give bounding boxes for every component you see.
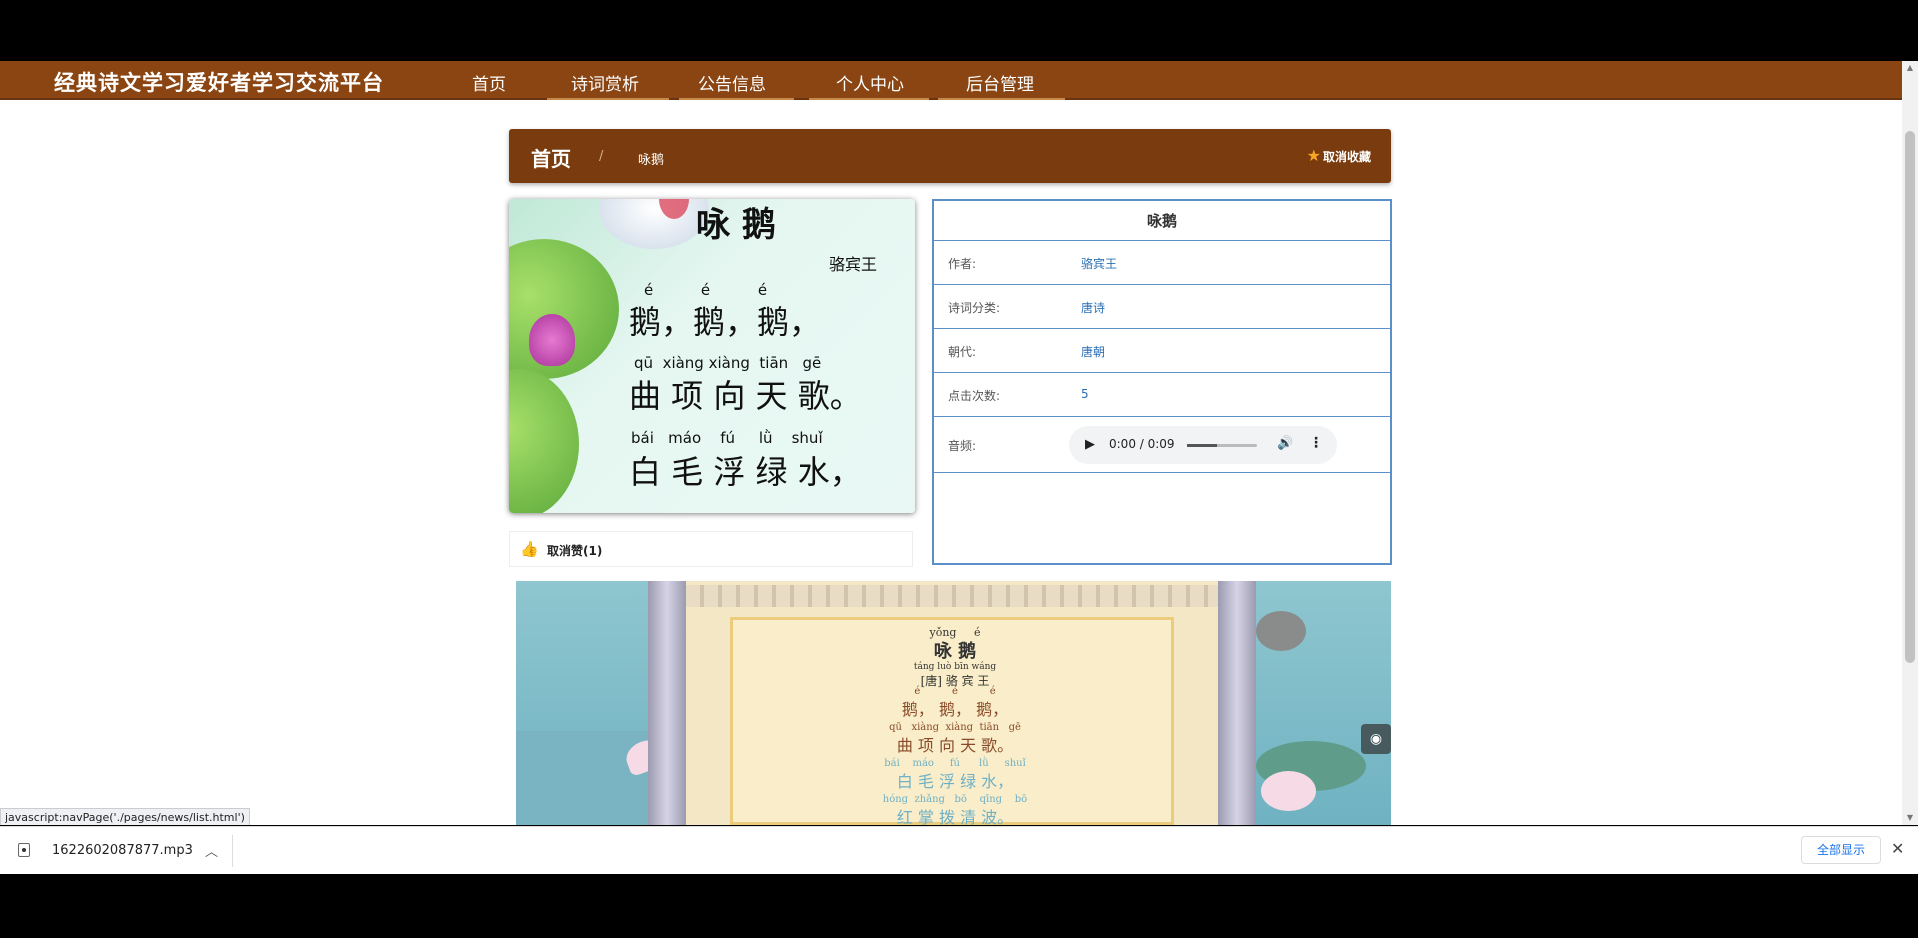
info-value-category: 唐诗 <box>1081 301 1106 315</box>
info-row-author: 作者: 骆宾王 <box>934 241 1390 285</box>
poem-info-panel: 咏鹅 作者: 骆宾王 诗词分类: 唐诗 朝代: 唐朝 点击次数: 5 音频: ▶… <box>932 199 1392 565</box>
info-row-dynasty: 朝代: 唐朝 <box>934 329 1390 373</box>
scroll-pillar <box>1218 581 1256 825</box>
info-row-clicks: 点击次数: 5 <box>934 373 1390 417</box>
image-line2-pinyin: qū xiàng xiàng tiān gē <box>634 354 822 372</box>
thumbs-up-icon[interactable]: 👍 <box>520 540 539 558</box>
info-label: 音频: <box>948 439 977 453</box>
page-scrollbar[interactable]: ▲ ▼ <box>1902 61 1918 825</box>
info-title: 咏鹅 <box>934 201 1390 241</box>
unfavorite-label: 取消收藏 <box>1322 150 1371 164</box>
nav-announcements[interactable]: 公告信息 <box>698 70 766 95</box>
lotus-flower-illustration <box>529 314 575 366</box>
top-navbar: 经典诗文学习爱好者学习交流平台 首页 诗词赏析 公告信息 个人中心 后台管理 <box>0 61 1902 100</box>
video-player[interactable]: yǒng é 咏 鹅 táng luò bīn wáng [唐] 骆 宾 王 é… <box>516 581 1391 825</box>
info-value-dynasty: 唐朝 <box>1081 345 1106 359</box>
video-line3: 白 毛 浮 绿 水， <box>896 772 1014 791</box>
star-icon: ★ <box>1306 146 1321 165</box>
audio-player[interactable]: ▶ 0:00 / 0:09 🔊 ⋮ <box>1069 426 1337 464</box>
audio-file-icon <box>18 843 30 857</box>
poem-image: 咏 鹅 骆宾王 é é é 鹅，鹅，鹅， qū xiàng xiàng tiān… <box>509 199 915 513</box>
lotus-flower-illustration <box>1261 771 1316 811</box>
unlike-button[interactable]: 取消赞(1) <box>547 542 602 559</box>
video-title: 咏 鹅 <box>933 641 977 662</box>
video-line2: 曲 项 向 天 歌。 <box>896 736 1014 755</box>
nav-underline <box>938 98 1065 100</box>
image-poem-title: 咏 鹅 <box>696 205 776 245</box>
download-shelf: 1622602087877.mp3 ︿ 全部显示 ✕ <box>0 826 1918 874</box>
browser-viewport: 经典诗文学习爱好者学习交流平台 首页 诗词赏析 公告信息 个人中心 后台管理 ▲… <box>0 61 1918 825</box>
audio-progress-slider[interactable] <box>1187 444 1257 447</box>
goose-illustration <box>599 199 709 249</box>
volume-icon[interactable]: 🔊 <box>1277 436 1293 451</box>
download-file-name[interactable]: 1622602087877.mp3 <box>52 843 193 858</box>
video-author-pinyin: táng luò bīn wáng <box>913 662 997 672</box>
site-title[interactable]: 经典诗文学习爱好者学习交流平台 <box>54 67 384 97</box>
scroll-pillar <box>648 581 686 825</box>
image-line1: 鹅，鹅，鹅， <box>629 303 822 341</box>
video-line4: 红 掌 拨 清 波。 <box>896 808 1014 825</box>
play-icon[interactable]: ▶ <box>1085 437 1095 452</box>
info-label: 朝代: <box>948 345 977 359</box>
scroll-thumb[interactable] <box>1905 131 1915 663</box>
video-line1: 鹅， 鹅， 鹅， <box>901 700 1009 719</box>
breadcrumb-separator: / <box>599 149 604 164</box>
nav-admin[interactable]: 后台管理 <box>966 70 1034 95</box>
nav-personal-center[interactable]: 个人中心 <box>836 70 904 95</box>
nav-underline <box>679 98 794 100</box>
camera-icon[interactable]: ◉ <box>1361 724 1391 754</box>
breadcrumb: 首页 / 咏鹅 ★ 取消收藏 <box>509 129 1391 183</box>
scroll-inner: yǒng é 咏 鹅 táng luò bīn wáng [唐] 骆 宾 王 é… <box>730 617 1174 825</box>
lotus-leaf-illustration <box>509 369 579 513</box>
info-label: 作者: <box>948 257 977 271</box>
status-bar-url: javascript:navPage('./pages/news/list.ht… <box>0 808 250 825</box>
nav-underline <box>547 98 669 100</box>
scroll-border-pattern <box>686 585 1218 607</box>
info-row-category: 诗词分类: 唐诗 <box>934 285 1390 329</box>
image-line3: 白 毛 浮 绿 水， <box>629 453 862 491</box>
divider <box>232 835 233 867</box>
nav-underline <box>809 98 929 100</box>
breadcrumb-home[interactable]: 首页 <box>531 143 571 172</box>
unfavorite-button[interactable]: ★ 取消收藏 <box>1307 146 1371 165</box>
info-label: 点击次数: <box>948 389 1001 403</box>
image-poem-author: 骆宾王 <box>829 255 878 274</box>
info-value-clicks: 5 <box>1081 387 1089 401</box>
info-row-audio: 音频: ▶ 0:00 / 0:09 🔊 ⋮ <box>934 417 1390 473</box>
chevron-up-icon[interactable]: ︿ <box>205 841 218 860</box>
breadcrumb-current: 咏鹅 <box>638 153 665 168</box>
info-label: 诗词分类: <box>948 301 1001 315</box>
image-line3-pinyin: bái máo fú lǜ shuǐ <box>631 429 823 447</box>
rock-illustration <box>1256 611 1306 651</box>
nav-poetry-appreciation[interactable]: 诗词赏析 <box>571 70 639 95</box>
nav-home[interactable]: 首页 <box>472 70 506 95</box>
info-value-author: 骆宾王 <box>1081 257 1118 271</box>
scroll-up-icon[interactable]: ▲ <box>1905 63 1915 73</box>
image-line2: 曲 项 向 天 歌。 <box>629 377 862 415</box>
scroll-paper: yǒng é 咏 鹅 táng luò bīn wáng [唐] 骆 宾 王 é… <box>686 581 1218 825</box>
more-options-icon[interactable]: ⋮ <box>1309 435 1323 451</box>
scroll-down-icon[interactable]: ▼ <box>1905 813 1915 823</box>
like-box: 👍 取消赞(1) <box>509 531 913 567</box>
audio-progress-fill <box>1187 444 1217 447</box>
close-icon[interactable]: ✕ <box>1891 839 1904 858</box>
show-all-button[interactable]: 全部显示 <box>1801 836 1881 864</box>
audio-time: 0:00 / 0:09 <box>1109 437 1175 451</box>
